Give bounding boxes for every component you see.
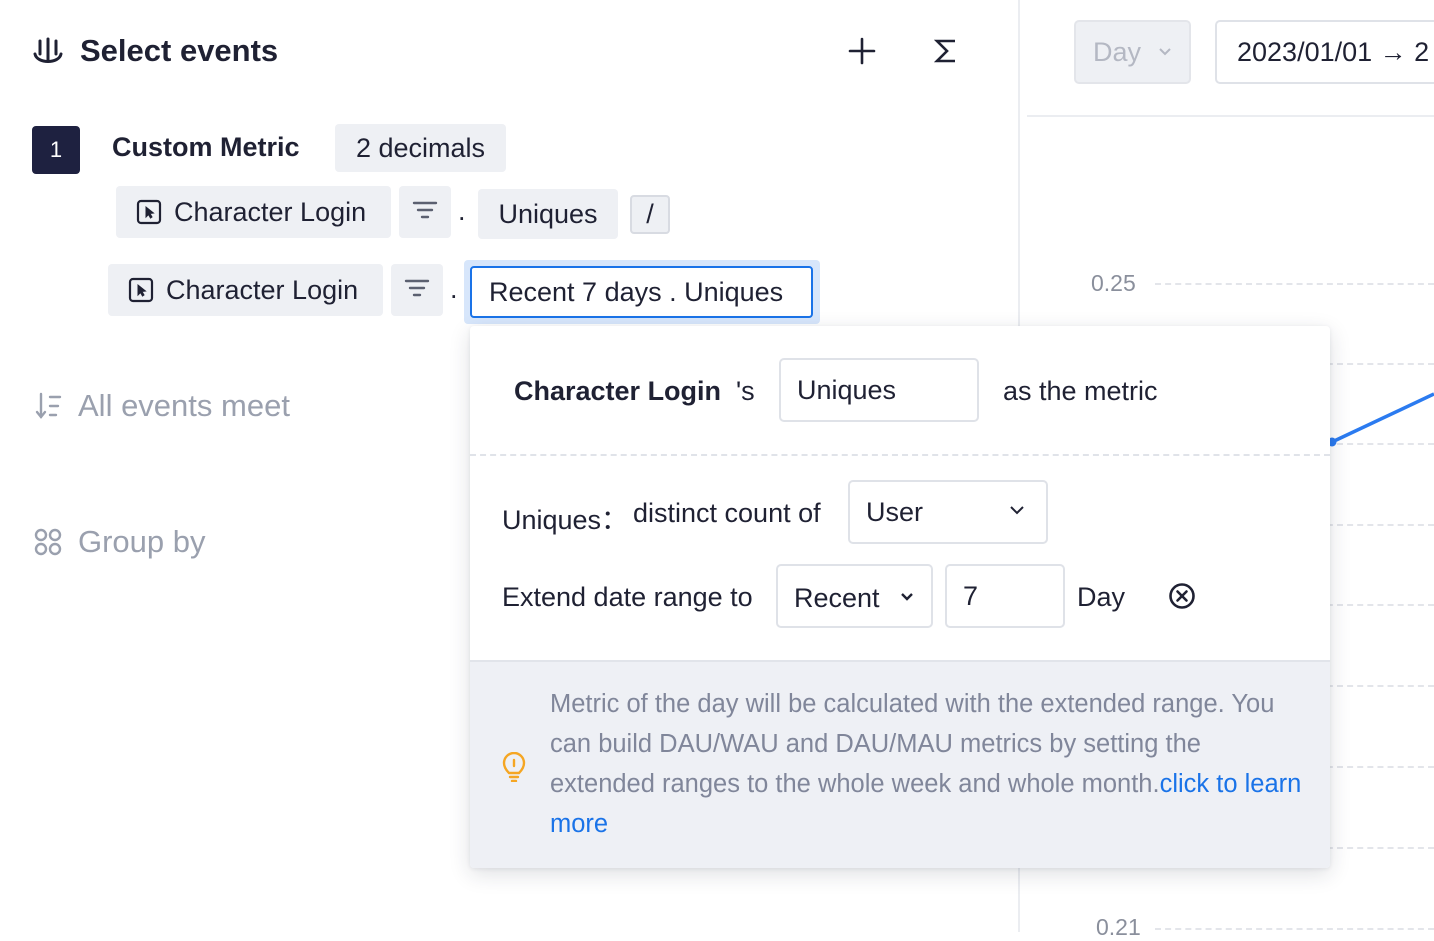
granularity-select[interactable]: Day <box>1074 20 1191 84</box>
range-mode-value: Recent <box>794 582 880 613</box>
event-label: Character Login <box>174 196 367 227</box>
extend-range-label: Extend date range to <box>502 582 753 612</box>
gridline <box>1155 283 1434 285</box>
distinct-count-label: distinct count of <box>633 498 821 528</box>
popup-possessive: 's <box>736 376 755 406</box>
lightbulb-icon <box>502 752 526 782</box>
tip-panel: Metric of the day will be calculated wit… <box>470 660 1330 868</box>
all-events-label: All events meet <box>78 388 290 423</box>
as-metric-label: as the metric <box>1003 376 1158 406</box>
distinct-entity-select[interactable]: User <box>848 480 1048 544</box>
filter-button-2[interactable] <box>391 264 443 316</box>
range-mode-select[interactable]: Recent <box>776 564 933 628</box>
decimals-label: 2 decimals <box>355 132 486 163</box>
event-select-2[interactable]: Character Login <box>108 264 383 316</box>
distinct-entity-value: User <box>866 496 924 527</box>
metric-index-badge: 1 <box>32 126 80 174</box>
add-button[interactable] <box>842 34 882 72</box>
clear-range-button[interactable] <box>1166 580 1198 612</box>
range-unit-label: Day <box>1077 582 1126 612</box>
filter-icon <box>412 197 438 228</box>
popup-event-name: Character Login <box>514 376 722 406</box>
chevron-down-icon <box>901 593 913 601</box>
measure-label: Uniques <box>498 198 598 229</box>
toolbar-divider <box>1027 115 1434 117</box>
sigma-icon <box>933 38 958 69</box>
event-select-1[interactable]: Character Login <box>116 186 391 238</box>
date-range-label: 2023/01/01 → 2 <box>1237 36 1430 67</box>
decimals-button[interactable]: 2 decimals <box>335 124 506 172</box>
page-title: Select events <box>80 33 279 68</box>
date-range-picker[interactable]: 2023/01/01 → 2 <box>1215 20 1434 84</box>
operator-button[interactable]: / <box>630 195 670 234</box>
filter-button-1[interactable] <box>399 186 451 238</box>
chevron-down-icon <box>1159 48 1171 56</box>
filter-icon <box>404 275 430 306</box>
group-by[interactable]: Group by <box>34 524 206 560</box>
all-events-meet[interactable]: All events meet <box>34 388 290 424</box>
sort-icon <box>34 391 78 421</box>
event-label: Character Login <box>166 274 359 305</box>
popup-divider <box>470 454 1330 456</box>
chevron-down-icon <box>1010 506 1024 515</box>
measure-select-2[interactable]: Recent 7 days . Uniques <box>470 266 813 318</box>
measure-select-1[interactable]: Uniques <box>478 189 618 239</box>
grid-icon <box>34 528 78 556</box>
chart-series-line <box>1327 392 1434 447</box>
separator-dot: . <box>450 274 458 304</box>
group-by-label: Group by <box>78 524 206 559</box>
measure-popover: Character Login 's Uniques as the metric… <box>470 326 1330 868</box>
metric-select[interactable]: Uniques <box>779 358 979 422</box>
range-amount-value: 7 <box>963 580 979 611</box>
event-icon <box>136 199 162 225</box>
separator-dot: . <box>458 196 466 226</box>
tip-text: Metric of the day will be calculated wit… <box>550 684 1310 844</box>
y-tick-label: 0.25 <box>1091 270 1136 296</box>
close-circle-icon <box>1168 582 1196 610</box>
plus-icon <box>848 37 876 70</box>
gridline <box>1155 928 1434 930</box>
anchor-icon <box>32 36 64 70</box>
event-icon <box>128 277 154 303</box>
range-amount-input[interactable]: 7 <box>945 564 1065 628</box>
metric-name[interactable]: Custom Metric <box>112 132 300 163</box>
measure-label: Recent 7 days . Uniques <box>489 276 784 307</box>
formula-button[interactable] <box>926 34 966 72</box>
metric-select-value: Uniques <box>797 374 897 405</box>
y-tick-label: 0.21 <box>1096 914 1141 940</box>
uniques-label: Uniques： <box>502 505 629 535</box>
granularity-label: Day <box>1093 36 1142 67</box>
operator-label: / <box>646 199 654 229</box>
